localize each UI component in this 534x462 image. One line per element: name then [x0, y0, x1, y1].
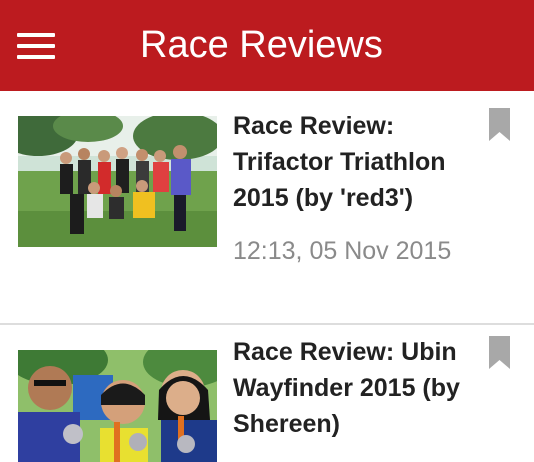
- page-title: Race Reviews: [140, 24, 383, 66]
- article-item[interactable]: Race Review: Ubin Wayfinder 2015 (by She…: [0, 325, 534, 462]
- group-of-triathletes-photo: [18, 116, 217, 247]
- article-item[interactable]: Race Review: Trifactor Triathlon 2015 (b…: [0, 91, 534, 324]
- bookmark-icon[interactable]: [489, 336, 510, 369]
- three-runners-with-medals-photo: [18, 350, 217, 462]
- article-thumbnail: [18, 116, 217, 247]
- app-bar: Race Reviews: [0, 0, 534, 91]
- hamburger-menu-icon[interactable]: [17, 33, 55, 60]
- bookmark-icon[interactable]: [489, 108, 510, 141]
- article-thumbnail: [18, 350, 217, 462]
- article-timestamp: 12:13, 05 Nov 2015: [233, 237, 452, 265]
- article-title[interactable]: Race Review: Trifactor Triathlon 2015 (b…: [233, 108, 473, 216]
- article-title[interactable]: Race Review: Ubin Wayfinder 2015 (by She…: [233, 334, 473, 442]
